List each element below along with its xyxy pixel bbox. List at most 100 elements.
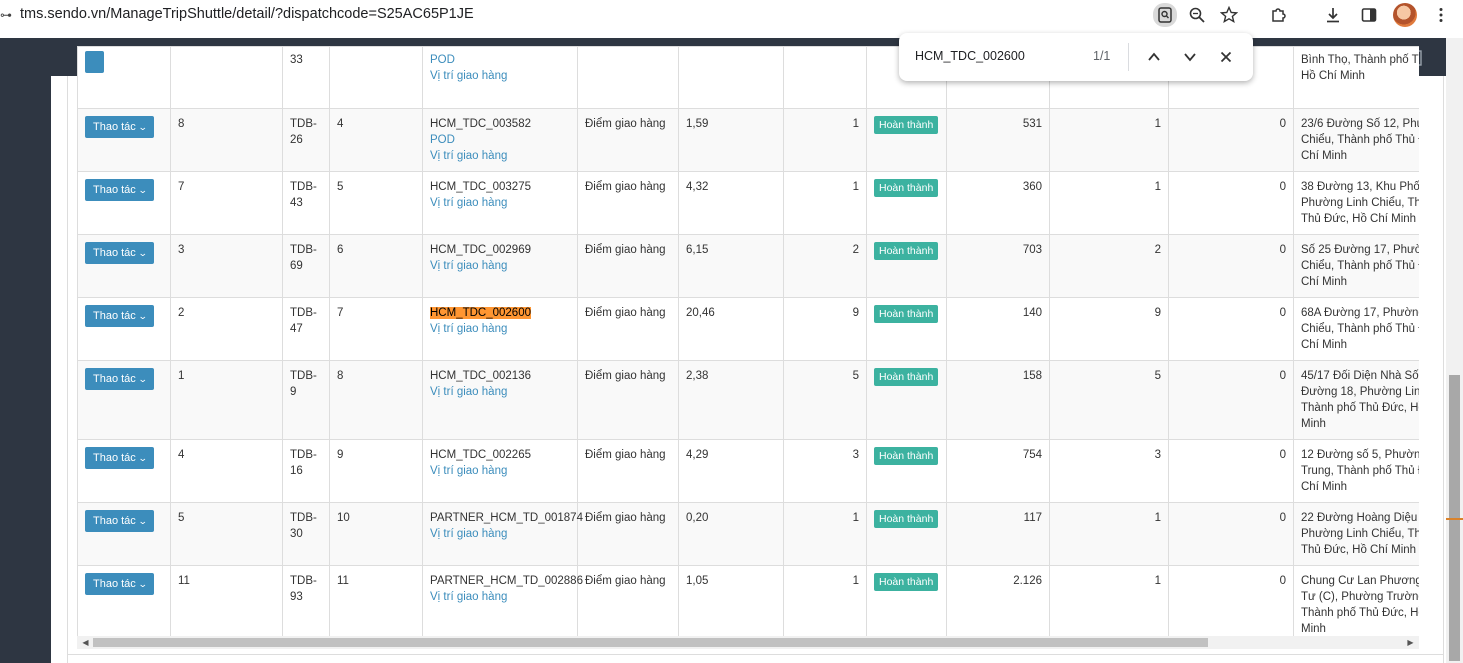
action-button[interactable]: Thao tác ⌄: [85, 305, 155, 327]
tdb-cell: TDB-69: [290, 244, 317, 272]
order-code: HCM_TDC_002136: [430, 370, 531, 382]
tdb-cell: TDB-43: [290, 181, 317, 209]
sequence-cell: 7: [337, 307, 344, 319]
point-type-cell: Điểm giao hàng: [585, 449, 666, 461]
delivery-location-link[interactable]: Vị trí giao hàng: [430, 463, 570, 479]
delivery-location-link[interactable]: Vị trí giao hàng: [430, 526, 570, 542]
address-cell: 45/17 Đối Diện Nhà Số 25 Đường 18, Phườn…: [1301, 370, 1419, 430]
panel-bottom-border: [67, 654, 1444, 655]
sidebar: [0, 76, 51, 663]
address-cell: 12 Đường số 5, Phường Linh Trung, Thành …: [1301, 449, 1419, 493]
sequence-cell: 5: [337, 181, 344, 193]
order-cell: 7: [178, 181, 185, 193]
scroll-left-arrow-icon[interactable]: ◀: [79, 636, 92, 649]
order-cell: 5: [178, 512, 185, 524]
find-match-count: 1/1: [1093, 49, 1111, 63]
delivered-quantity-cell: 1: [1154, 575, 1161, 587]
quantity-cell: 1: [852, 512, 859, 524]
table-row: Thao tác ⌄ 7 TDB-43 5 HCM_TDC_003275 Vị trí gi…: [77, 171, 1419, 235]
distance-cell: 20,46: [686, 307, 715, 319]
address-cell: 68A Đường 17, Phường Linh Chiểu, Thành p…: [1301, 307, 1419, 351]
quantity-cell: 3: [852, 449, 859, 461]
page-scrollbar[interactable]: [1446, 38, 1463, 663]
status-badge: Hoàn thành: [874, 116, 939, 134]
find-close-icon[interactable]: [1214, 45, 1238, 69]
delivery-location-link[interactable]: Vị trí giao hàng: [430, 195, 570, 211]
find-separator: [1128, 43, 1129, 71]
distance-cell: 1,05: [686, 575, 709, 587]
action-button[interactable]: Thao tác ⌄: [85, 368, 155, 390]
caret-down-icon: ⌄: [137, 453, 148, 463]
browser-menu-icon[interactable]: [1430, 4, 1452, 26]
delivered-quantity-cell: 1: [1154, 512, 1161, 524]
horizontal-scrollbar[interactable]: ◀ ▶: [77, 636, 1419, 649]
delivery-location-link[interactable]: Vị trí giao hàng: [430, 384, 570, 400]
distance-cell: 4,32: [686, 181, 709, 193]
table-row: Thao tác ⌄ 2 TDB-47 7 HCM_TDC_002600 Vị trí gi…: [77, 297, 1419, 361]
caret-down-icon: ⌄: [137, 579, 148, 589]
order-code: HCM_TDC_002600: [430, 307, 531, 319]
tdb-cell: TDB-26: [290, 118, 317, 146]
tdb-cell: TDB-16: [290, 449, 317, 477]
quantity-cell: 1: [852, 181, 859, 193]
address-cell: Bình Thọ, Thành phố Thủ Đức, Hồ Chí Minh: [1301, 54, 1419, 82]
order-code: HCM_TDC_003275: [430, 181, 531, 193]
horizontal-scroll-thumb[interactable]: [93, 638, 1208, 647]
quantity-cell: 5: [852, 370, 859, 382]
order-code: HCM_TDC_003582: [430, 118, 531, 130]
find-input[interactable]: HCM_TDC_002600: [915, 49, 1025, 63]
action-button[interactable]: Thao tác ⌄: [85, 573, 155, 595]
address-cell: Số 25 Đường 17, Phường Linh Chiểu, Thành…: [1301, 244, 1419, 288]
delivery-location-link[interactable]: Vị trí giao hàng: [430, 148, 570, 164]
order-cell: 2: [178, 307, 185, 319]
caret-down-icon: ⌄: [137, 374, 148, 384]
table-row: Thao tác ⌄ 8 TDB-26 4 HCM_TDC_003582 POD Vị trí…: [77, 108, 1419, 172]
action-button[interactable]: Thao tác ⌄: [85, 116, 155, 138]
delivery-location-link[interactable]: Vị trí giao hàng: [430, 258, 570, 274]
site-info-icon[interactable]: ⊶: [0, 8, 12, 22]
order-cell: 8: [178, 118, 185, 130]
address-cell: 38 Đường 13, Khu Phố 4, Phường Linh Chiể…: [1301, 181, 1419, 225]
delivery-location-link[interactable]: Vị trí giao hàng: [430, 68, 570, 84]
action-button[interactable]: Thao tác ⌄: [85, 179, 155, 201]
order-code: HCM_TDC_002969: [430, 244, 531, 256]
order-cell: 3: [178, 244, 185, 256]
table-row: Thao tác ⌄ 1 TDB-9 8 HCM_TDC_002136 Vị trí gia…: [77, 360, 1419, 440]
status-badge: Hoàn thành: [874, 510, 939, 528]
sequence-cell: 11: [337, 575, 349, 587]
action-button[interactable]: Thao tác ⌄: [85, 510, 155, 532]
returned-quantity-cell: 0: [1279, 575, 1286, 587]
address-cell: 22 Đường Hoàng Diệu 2, Phường Linh Chiểu…: [1301, 512, 1419, 556]
delivery-location-link[interactable]: Vị trí giao hàng: [430, 589, 570, 605]
action-button[interactable]: Thao tác ⌄: [85, 242, 155, 264]
delivered-quantity-cell: 3: [1154, 449, 1161, 461]
tdb-cell: TDB-30: [290, 512, 317, 540]
find-next-icon[interactable]: [1178, 45, 1202, 69]
find-match-marker: [1446, 518, 1463, 520]
delivery-location-link[interactable]: Vị trí giao hàng: [430, 321, 570, 337]
action-button[interactable]: [85, 51, 105, 73]
pod-link[interactable]: POD: [430, 132, 570, 148]
returned-quantity-cell: 0: [1279, 244, 1286, 256]
scroll-right-arrow-icon[interactable]: ▶: [1404, 636, 1417, 649]
delivered-quantity-cell: 5: [1154, 370, 1161, 382]
point-type-cell: Điểm giao hàng: [585, 307, 666, 319]
order-code: PARTNER_HCM_TD_002886: [430, 575, 583, 587]
amount-cell: 754: [1022, 449, 1042, 461]
returned-quantity-cell: 0: [1279, 307, 1286, 319]
distance-cell: 4,29: [686, 449, 709, 461]
point-type-cell: Điểm giao hàng: [585, 118, 666, 130]
pod-link[interactable]: POD: [430, 52, 570, 68]
status-badge: Hoàn thành: [874, 305, 939, 323]
address-cell: Chung Cư Lan Phương Hồ Văn Tư (C), Phườn…: [1301, 575, 1419, 635]
order-cell: 1: [178, 370, 185, 382]
point-type-cell: Điểm giao hàng: [585, 575, 666, 587]
quantity-cell: 1: [852, 575, 859, 587]
table-row: Thao tác ⌄ 4 TDB-16 9 HCM_TDC_002265 Vị trí gi…: [77, 439, 1419, 503]
find-previous-icon[interactable]: [1142, 45, 1166, 69]
distance-cell: 1,59: [686, 118, 709, 130]
action-button[interactable]: Thao tác ⌄: [85, 447, 155, 469]
caret-down-icon: ⌄: [137, 248, 148, 258]
caret-down-icon: ⌄: [137, 122, 148, 132]
distance-cell: 6,15: [686, 244, 709, 256]
